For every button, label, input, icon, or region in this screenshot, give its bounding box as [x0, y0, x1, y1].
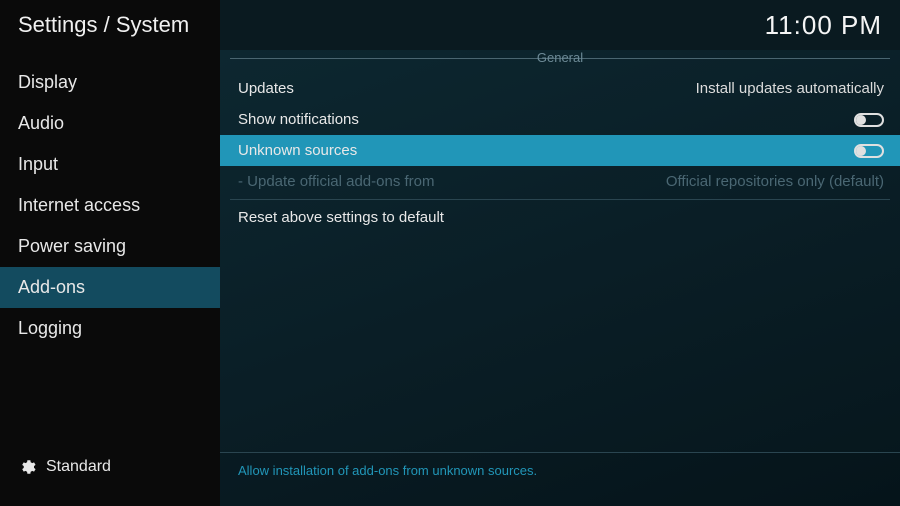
help-bar: Allow installation of add-ons from unkno…: [220, 452, 900, 506]
setting-update-official-addons-value: Official repositories only (default): [666, 173, 884, 190]
clock: 11:00 PM: [765, 10, 882, 41]
sidebar-item-addons[interactable]: Add-ons: [0, 267, 220, 308]
setting-update-official-addons-label: - Update official add-ons from: [238, 173, 435, 190]
setting-updates[interactable]: Updates Install updates automatically: [220, 73, 900, 104]
setting-reset-defaults-label: Reset above settings to default: [238, 209, 444, 226]
thin-divider: [230, 199, 890, 200]
setting-unknown-sources[interactable]: Unknown sources: [220, 135, 900, 166]
toggle-unknown-sources[interactable]: [854, 144, 884, 158]
settings-level-label: Standard: [46, 458, 111, 476]
setting-updates-label: Updates: [238, 80, 294, 97]
section-divider: General: [230, 58, 890, 59]
section-label: General: [529, 50, 591, 65]
sidebar-item-input[interactable]: Input: [0, 144, 220, 185]
header-bar: Settings / System 11:00 PM: [0, 0, 900, 50]
sidebar: Display Audio Input Internet access Powe…: [0, 50, 220, 506]
setting-updates-value: Install updates automatically: [696, 80, 884, 97]
settings-list: Updates Install updates automatically Sh…: [220, 73, 900, 233]
sidebar-item-internet-access[interactable]: Internet access: [0, 185, 220, 226]
setting-unknown-sources-label: Unknown sources: [238, 142, 357, 159]
main-panel: General Updates Install updates automati…: [220, 50, 900, 506]
setting-reset-defaults[interactable]: Reset above settings to default: [220, 202, 900, 233]
setting-show-notifications-label: Show notifications: [238, 111, 359, 128]
toggle-show-notifications[interactable]: [854, 113, 884, 127]
sidebar-item-power-saving[interactable]: Power saving: [0, 226, 220, 267]
sidebar-item-logging[interactable]: Logging: [0, 308, 220, 349]
gear-icon: [18, 458, 36, 476]
setting-show-notifications[interactable]: Show notifications: [220, 104, 900, 135]
sidebar-item-display[interactable]: Display: [0, 62, 220, 103]
breadcrumb: Settings / System: [18, 12, 189, 38]
settings-level-button[interactable]: Standard: [0, 442, 220, 506]
sidebar-item-audio[interactable]: Audio: [0, 103, 220, 144]
setting-update-official-addons: - Update official add-ons from Official …: [220, 166, 900, 197]
help-text: Allow installation of add-ons from unkno…: [238, 463, 537, 478]
